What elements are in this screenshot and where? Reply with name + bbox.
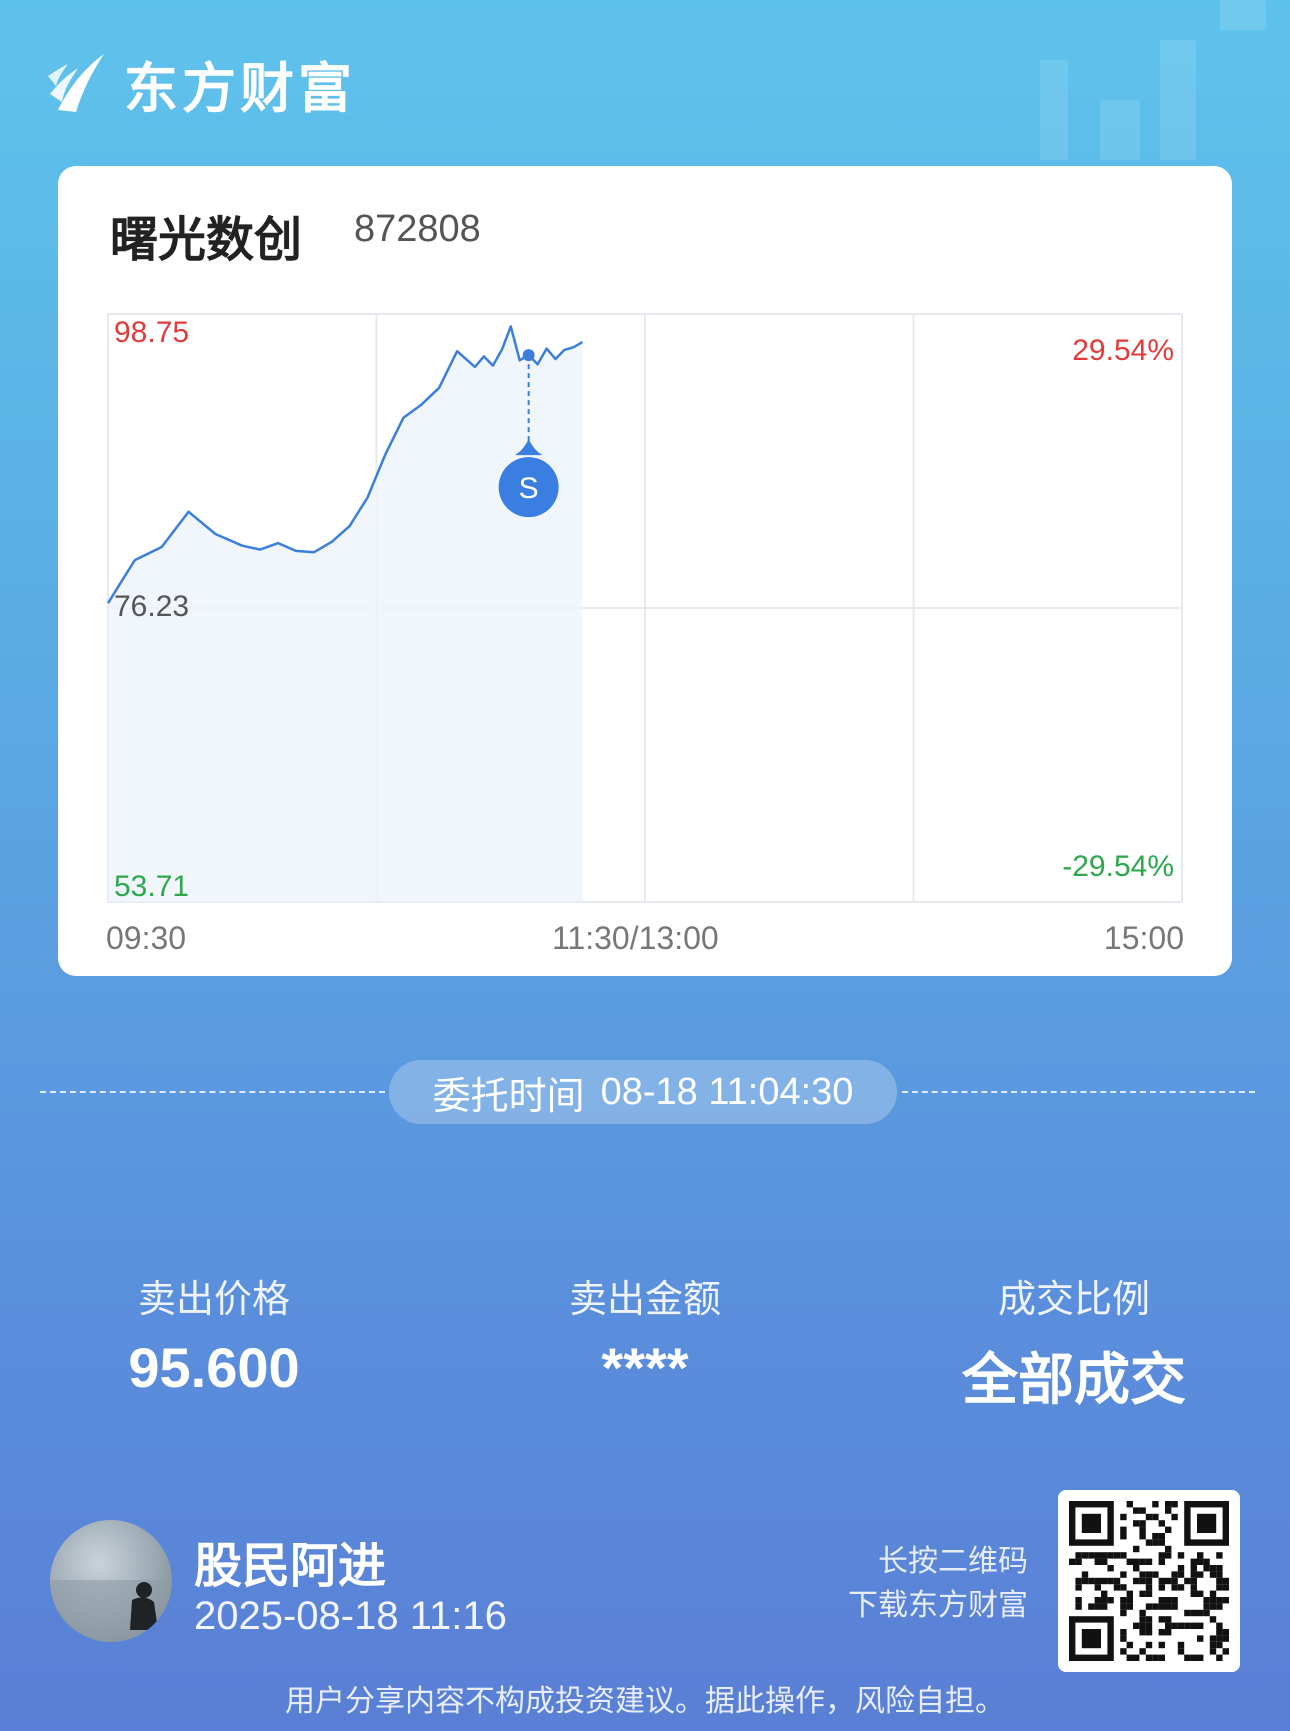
order-time-pill: 委托时间 08-18 11:04:30 — [389, 1060, 897, 1124]
time-label-open: 09:30 — [106, 920, 187, 956]
price-high-label: 98.75 — [114, 316, 190, 349]
stat-sell-price: 卖出价格 95.600 — [64, 1268, 364, 1400]
logo-text: 东方财富 — [124, 58, 356, 119]
username: 股民阿进 — [194, 1540, 387, 1593]
stat-label: 卖出金额 — [568, 1279, 721, 1321]
disclaimer: 用户分享内容不构成投资建议。据此操作，风险自担。 — [285, 1685, 1005, 1718]
stat-value: 全部成交 — [962, 1348, 1186, 1411]
qr-code-icon — [1069, 1501, 1229, 1661]
change-high-label: 29.54% — [1072, 334, 1174, 367]
price-base-label: 76.23 — [114, 590, 190, 623]
time-label-midday: 11:30/13:00 — [552, 920, 719, 956]
stat-value: **** — [601, 1336, 689, 1399]
share-datetime: 2025-08-18 11:16 — [194, 1594, 507, 1638]
stat-fill-ratio: 成交比例 全部成交 — [924, 1268, 1224, 1416]
order-time-value: 08-18 11:04:30 — [600, 1070, 854, 1113]
stat-sell-amount: 卖出金额 **** — [495, 1268, 795, 1400]
sell-marker-label: S — [519, 472, 539, 505]
intraday-chart: S — [106, 313, 1183, 903]
qr-hint: 长按二维码 下载东方财富 — [848, 1540, 1028, 1628]
stock-chart-card: 曙光数创 872808 S 98.75 76.23 53.71 29.54% -… — [58, 166, 1232, 976]
qr-hint-line1: 长按二维码 — [878, 1545, 1028, 1578]
background-candle-decoration — [1160, 40, 1196, 160]
logo-icon — [48, 54, 104, 112]
avatar-person-silhouette — [50, 1580, 172, 1642]
price-low-label: 53.71 — [114, 870, 190, 903]
change-low-label: -29.54% — [1062, 850, 1174, 883]
background-candle-decoration — [1100, 100, 1140, 160]
qr-hint-line2: 下载东方财富 — [848, 1589, 1028, 1622]
app-logo: 东方财富 — [48, 48, 356, 119]
background-candle-decoration — [1220, 0, 1266, 30]
order-time-label: 委托时间 — [432, 1075, 585, 1118]
avatar[interactable] — [50, 1520, 172, 1642]
dashed-line-right — [902, 1091, 1255, 1093]
time-label-close: 15:00 — [1103, 920, 1184, 956]
qr-code[interactable] — [1058, 1490, 1240, 1672]
dashed-line-left — [40, 1091, 385, 1093]
order-time-divider: 委托时间 08-18 11:04:30 — [40, 1060, 1255, 1124]
stat-label: 成交比例 — [997, 1279, 1150, 1321]
background-candle-decoration — [1040, 60, 1068, 160]
stat-label: 卖出价格 — [137, 1279, 290, 1321]
stat-value: 95.600 — [128, 1336, 300, 1399]
